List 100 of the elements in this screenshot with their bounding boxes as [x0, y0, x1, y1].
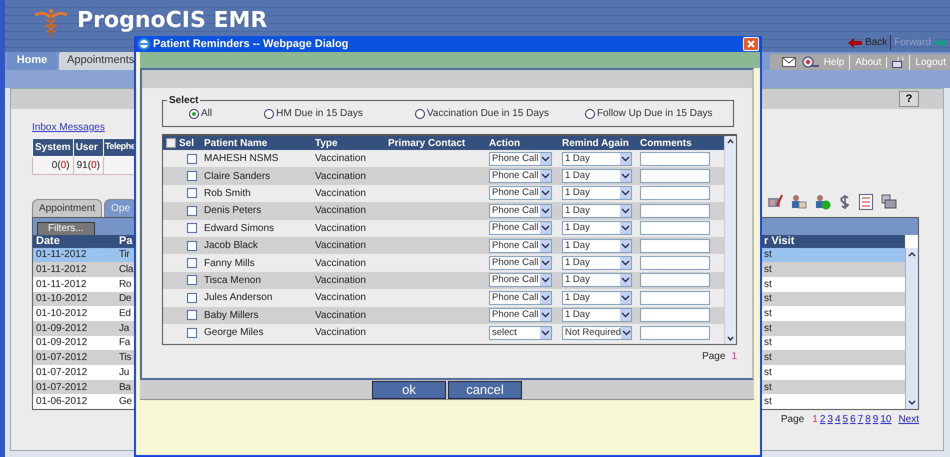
list-icon[interactable]	[859, 194, 873, 210]
dropdown[interactable]: 1 Day	[562, 256, 632, 270]
dropdown[interactable]: select	[489, 326, 552, 340]
close-icon[interactable]	[746, 39, 756, 49]
patient-link[interactable]: George Miles	[204, 327, 264, 338]
patient-link[interactable]: Tis	[119, 352, 132, 364]
caret-icon[interactable]	[620, 152, 631, 165]
patient-link[interactable]: Tisca Menon	[204, 274, 261, 286]
radio-button[interactable]	[264, 108, 274, 118]
dropdown[interactable]: Phone Call	[489, 308, 552, 322]
caret-icon[interactable]	[540, 152, 551, 165]
dropdown[interactable]: Not Required	[562, 326, 632, 340]
caret-icon[interactable]	[620, 274, 631, 286]
row-checkbox[interactable]	[186, 328, 196, 338]
dollar-icon[interactable]	[839, 194, 851, 210]
dropdown[interactable]: 1 Day	[562, 221, 632, 236]
caret-icon[interactable]	[620, 170, 631, 182]
comment-field[interactable]	[640, 326, 710, 340]
caret-icon[interactable]	[540, 274, 551, 286]
dropdown[interactable]: 1 Day	[562, 273, 632, 288]
page-link[interactable]: 9	[872, 412, 878, 428]
page-link[interactable]: 8	[865, 412, 871, 428]
dropdown[interactable]: 1 Day	[562, 204, 632, 218]
person-alert-icon[interactable]	[815, 194, 831, 210]
page-link[interactable]: 5	[842, 412, 848, 428]
caret-icon[interactable]	[540, 292, 551, 304]
caret-icon[interactable]	[540, 222, 551, 234]
caret-icon[interactable]	[620, 240, 631, 252]
caret-icon[interactable]	[540, 326, 551, 339]
filters-button[interactable]: Filters...	[37, 222, 95, 236]
dropdown[interactable]: Phone Call	[489, 221, 552, 236]
dropdown[interactable]: 1 Day	[562, 169, 632, 184]
patient-link[interactable]: Ju	[119, 366, 129, 378]
patient-link[interactable]: Claire Sanders	[204, 170, 270, 182]
patient-link[interactable]: Ro	[119, 278, 132, 290]
radio-label[interactable]: Vaccination Due in 15 Days	[426, 106, 549, 121]
comment-field[interactable]	[640, 169, 710, 184]
radio-label[interactable]: All	[201, 106, 212, 121]
dropdown[interactable]: 1 Day	[562, 152, 632, 166]
radio-button[interactable]	[189, 108, 199, 118]
dropdown[interactable]: Phone Call	[489, 169, 552, 184]
page-link[interactable]: 4	[834, 412, 840, 428]
patient-link[interactable]: MAHESH NSMS	[204, 153, 278, 164]
row-checkbox[interactable]	[186, 154, 196, 164]
caret-icon[interactable]	[620, 292, 631, 304]
row-checkbox[interactable]	[186, 188, 196, 198]
cancel-button[interactable]: cancel	[448, 380, 522, 398]
row-checkbox[interactable]	[186, 310, 196, 320]
page-link[interactable]: 6	[850, 412, 856, 428]
radio-button[interactable]	[414, 108, 425, 118]
dropdown[interactable]: Phone Call	[489, 256, 552, 270]
page-link[interactable]: 10	[880, 412, 892, 428]
dropdown[interactable]: Phone Call	[489, 204, 552, 218]
comment-field[interactable]	[640, 256, 710, 270]
patient-link[interactable]: Fanny Mills	[204, 258, 255, 269]
radio-label[interactable]: Follow Up Due in 15 Days	[596, 106, 713, 121]
page-link[interactable]: 1	[812, 412, 818, 428]
caret-icon[interactable]	[540, 187, 551, 200]
lock-icon[interactable]	[892, 56, 904, 68]
comment-field[interactable]	[640, 204, 710, 218]
tab[interactable]: Appointment	[32, 198, 102, 216]
dropdown[interactable]: 1 Day	[562, 238, 632, 253]
scrollbar[interactable]	[724, 136, 736, 344]
radio-label[interactable]: HM Due in 15 Days	[276, 106, 363, 121]
caret-icon[interactable]	[620, 257, 631, 270]
select-all-checkbox[interactable]	[166, 138, 176, 148]
row-checkbox[interactable]	[186, 171, 196, 182]
scrollbar[interactable]	[905, 248, 918, 410]
dropdown[interactable]: 1 Day	[562, 186, 632, 200]
printer-icon[interactable]	[881, 194, 897, 210]
dropdown[interactable]: Phone Call	[489, 152, 552, 166]
page-link[interactable]: 2	[820, 412, 826, 428]
patient-link[interactable]: Rob Smith	[204, 188, 251, 199]
caret-icon[interactable]	[620, 326, 631, 339]
patient-link[interactable]: Baby Millers	[204, 310, 258, 321]
close-button[interactable]	[743, 37, 759, 51]
patient-link[interactable]: Jules Anderson	[204, 292, 272, 304]
comment-field[interactable]	[640, 273, 710, 288]
dropdown[interactable]: Phone Call	[489, 290, 552, 305]
comment-field[interactable]	[640, 221, 710, 236]
row-checkbox[interactable]	[186, 223, 196, 234]
comment-field[interactable]	[640, 290, 710, 305]
row-checkbox[interactable]	[186, 206, 196, 216]
comment-field[interactable]	[640, 186, 710, 200]
person-icon[interactable]	[791, 194, 807, 210]
help-button[interactable]: ?	[899, 91, 919, 107]
patient-link[interactable]: Ba	[119, 382, 131, 393]
caret-icon[interactable]	[540, 309, 551, 322]
ok-button[interactable]: ok	[372, 380, 446, 398]
row-checkbox[interactable]	[186, 258, 196, 268]
caret-icon[interactable]	[620, 204, 631, 217]
patient-link[interactable]: Edward Simons	[204, 222, 274, 234]
mail-icon[interactable]	[782, 57, 796, 67]
caret-icon[interactable]	[620, 222, 631, 234]
page-link[interactable]: 7	[858, 412, 864, 428]
caret-icon[interactable]	[540, 204, 551, 217]
dropdown[interactable]: 1 Day	[562, 308, 632, 322]
patient-link[interactable]: Ge	[119, 396, 132, 408]
patient-link[interactable]: Cla	[119, 264, 134, 276]
row-checkbox[interactable]	[186, 292, 196, 303]
